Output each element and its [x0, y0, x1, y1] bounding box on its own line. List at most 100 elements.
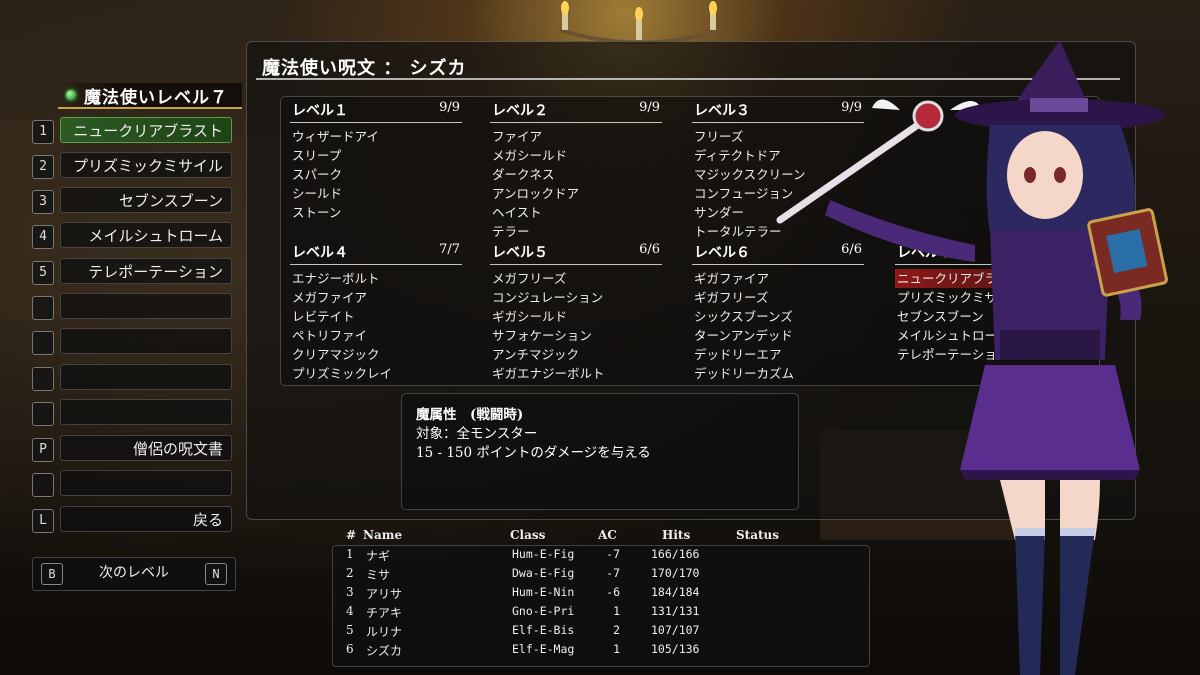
spell-item[interactable]: アンロックドア — [490, 184, 662, 203]
spell-item[interactable]: セブンスブーン — [895, 307, 1067, 326]
party-row[interactable]: 4 チアキ Gno-E-Pri 1 131/131 — [330, 604, 868, 623]
spell-slot-10[interactable]: P 僧侶の呪文書 — [32, 435, 234, 463]
level-count: 7/7 — [439, 242, 460, 257]
member-num: 2 — [346, 566, 354, 580]
slot-button[interactable]: セブンスブーン — [60, 187, 232, 213]
title-divider — [256, 78, 1120, 80]
spell-slot-11[interactable] — [32, 470, 234, 498]
slot-button[interactable]: テレポーテーション — [60, 258, 232, 284]
spell-item[interactable]: スリープ — [290, 146, 462, 165]
spell-slot-9[interactable] — [32, 399, 234, 427]
spell-item[interactable]: ターンアンデッド — [692, 326, 864, 345]
slot-button[interactable]: プリズミックミサイル — [60, 152, 232, 178]
spell-item[interactable]: ギガフリーズ — [692, 288, 864, 307]
spell-slot-4[interactable]: 4 メイルシュトローム — [32, 222, 234, 250]
spell-item[interactable]: マジックスクリーン — [692, 165, 864, 184]
spell-item[interactable]: クリアマジック — [290, 345, 462, 364]
member-class: Elf-E-Mag — [512, 642, 575, 656]
spell-item[interactable]: ニュークリアブラスト — [895, 269, 1067, 288]
slot-button[interactable]: 僧侶の呪文書 — [60, 435, 232, 461]
member-name: ルリナ — [366, 625, 403, 639]
spell-item[interactable]: テレポーテーション — [895, 345, 1067, 364]
slot-key — [32, 331, 54, 355]
spell-item[interactable]: サンダー — [692, 203, 864, 222]
spell-item[interactable]: メガファイア — [290, 288, 462, 307]
next-level-button[interactable]: B 次のレベル N — [32, 557, 236, 591]
spell-slot-12[interactable]: L 戻る — [32, 506, 234, 534]
spell-slot-6[interactable] — [32, 293, 234, 321]
spell-slot-8[interactable] — [32, 364, 234, 392]
spell-slot-3[interactable]: 3 セブンスブーン — [32, 187, 234, 215]
spell-item[interactable]: ギガエナジーボルト — [490, 364, 662, 383]
spell-item[interactable]: ディテクトドア — [692, 146, 864, 165]
slot-key — [32, 296, 54, 320]
member-class: Hum-E-Nin — [512, 585, 575, 599]
spell-item[interactable]: ギガファイア — [692, 269, 864, 288]
party-table: # Name Class AC Hits Status 1 ナギ Hum-E-Fig… — [330, 528, 868, 666]
spell-item[interactable]: プリズミックレイ — [290, 364, 462, 383]
spell-slot-7[interactable] — [32, 328, 234, 356]
member-num: 5 — [346, 623, 354, 637]
spell-item[interactable]: コンジュレーション — [490, 288, 662, 307]
col-name: Name — [363, 528, 403, 542]
slot-button[interactable]: メイルシュトローム — [60, 222, 232, 248]
spell-item[interactable]: ファイア — [490, 127, 662, 146]
spell-item[interactable]: ウィザードアイ — [290, 127, 462, 146]
spell-item[interactable]: ギガシールド — [490, 307, 662, 326]
spell-item[interactable]: シールド — [290, 184, 462, 203]
spell-item[interactable]: ダークネス — [490, 165, 662, 184]
slot-button[interactable] — [60, 293, 232, 319]
slot-key: 5 — [32, 261, 54, 285]
spell-item[interactable]: アンチマジック — [490, 345, 662, 364]
level-name: レベル４ — [292, 245, 348, 261]
party-row[interactable]: 2 ミサ Dwa-E-Fig -7 170/170 — [330, 566, 868, 585]
spell-item[interactable]: デッドリーカズム — [692, 364, 864, 383]
member-hits: 184/184 — [651, 585, 700, 599]
spell-slot-5[interactable]: 5 テレポーテーション — [32, 258, 234, 286]
col-class: Class — [510, 528, 546, 542]
spell-item[interactable]: サフォケーション — [490, 326, 662, 345]
party-row[interactable]: 5 ルリナ Elf-E-Bis 2 107/107 — [330, 623, 868, 642]
spell-item[interactable]: トータルテラー — [692, 222, 864, 241]
next-level-label: 次のレベル — [99, 565, 169, 581]
spell-item[interactable]: テラー — [490, 222, 662, 241]
spell-item[interactable]: ヘイスト — [490, 203, 662, 222]
member-ac: 1 — [613, 642, 620, 656]
spell-item[interactable]: フリーズ — [692, 127, 864, 146]
spell-item[interactable]: メガフリーズ — [490, 269, 662, 288]
spell-item[interactable]: エナジーボルト — [290, 269, 462, 288]
spell-item[interactable]: ペトリファイ — [290, 326, 462, 345]
desc-effect: 15 - 150 ポイントのダメージを与える — [416, 445, 651, 461]
member-name: ナギ — [366, 549, 391, 563]
spell-item[interactable]: メガシールド — [490, 146, 662, 165]
spell-level-6: レベル６ 6/6 ギガファイア ギガフリーズ シックスブーンズ ターンアンデッド デッドリー… — [692, 242, 864, 383]
spell-slot-1[interactable]: 1 ニュークリアブラスト — [32, 117, 234, 145]
col-ac: AC — [598, 528, 617, 542]
slot-button[interactable] — [60, 470, 232, 496]
party-row[interactable]: 1 ナギ Hum-E-Fig -7 166/166 — [330, 547, 868, 566]
slot-button[interactable] — [60, 399, 232, 425]
party-row[interactable]: 6 シズカ Elf-E-Mag 1 105/136 — [330, 642, 868, 661]
spell-item[interactable]: デッドリーエア — [692, 345, 864, 364]
spell-item[interactable]: スパーク — [290, 165, 462, 184]
spell-item[interactable]: メイルシュトローム — [895, 326, 1067, 345]
spell-item[interactable]: コンフュージョン — [692, 184, 864, 203]
spell-item[interactable]: ストーン — [290, 203, 462, 222]
spell-item[interactable]: レビテイト — [290, 307, 462, 326]
member-hits: 107/107 — [651, 623, 700, 637]
green-gem-icon — [66, 90, 76, 100]
spell-slot-2[interactable]: 2 プリズミックミサイル — [32, 152, 234, 180]
level-header: レベル１ 9/9 — [290, 100, 462, 123]
desc-attribute: 魔属性 (戦闘時) — [416, 407, 524, 423]
spell-item[interactable]: シックスブーンズ — [692, 307, 864, 326]
slot-button[interactable]: 戻る — [60, 506, 232, 532]
slot-key: 4 — [32, 225, 54, 249]
slot-button[interactable] — [60, 328, 232, 354]
slot-key: 1 — [32, 120, 54, 144]
slot-button[interactable]: ニュークリアブラスト — [60, 117, 232, 143]
member-num: 1 — [346, 547, 354, 561]
spell-item[interactable]: プリズミックミサイル — [895, 288, 1067, 307]
level-name: レベル５ — [492, 245, 548, 261]
slot-button[interactable] — [60, 364, 232, 390]
party-row[interactable]: 3 アリサ Hum-E-Nin -6 184/184 — [330, 585, 868, 604]
